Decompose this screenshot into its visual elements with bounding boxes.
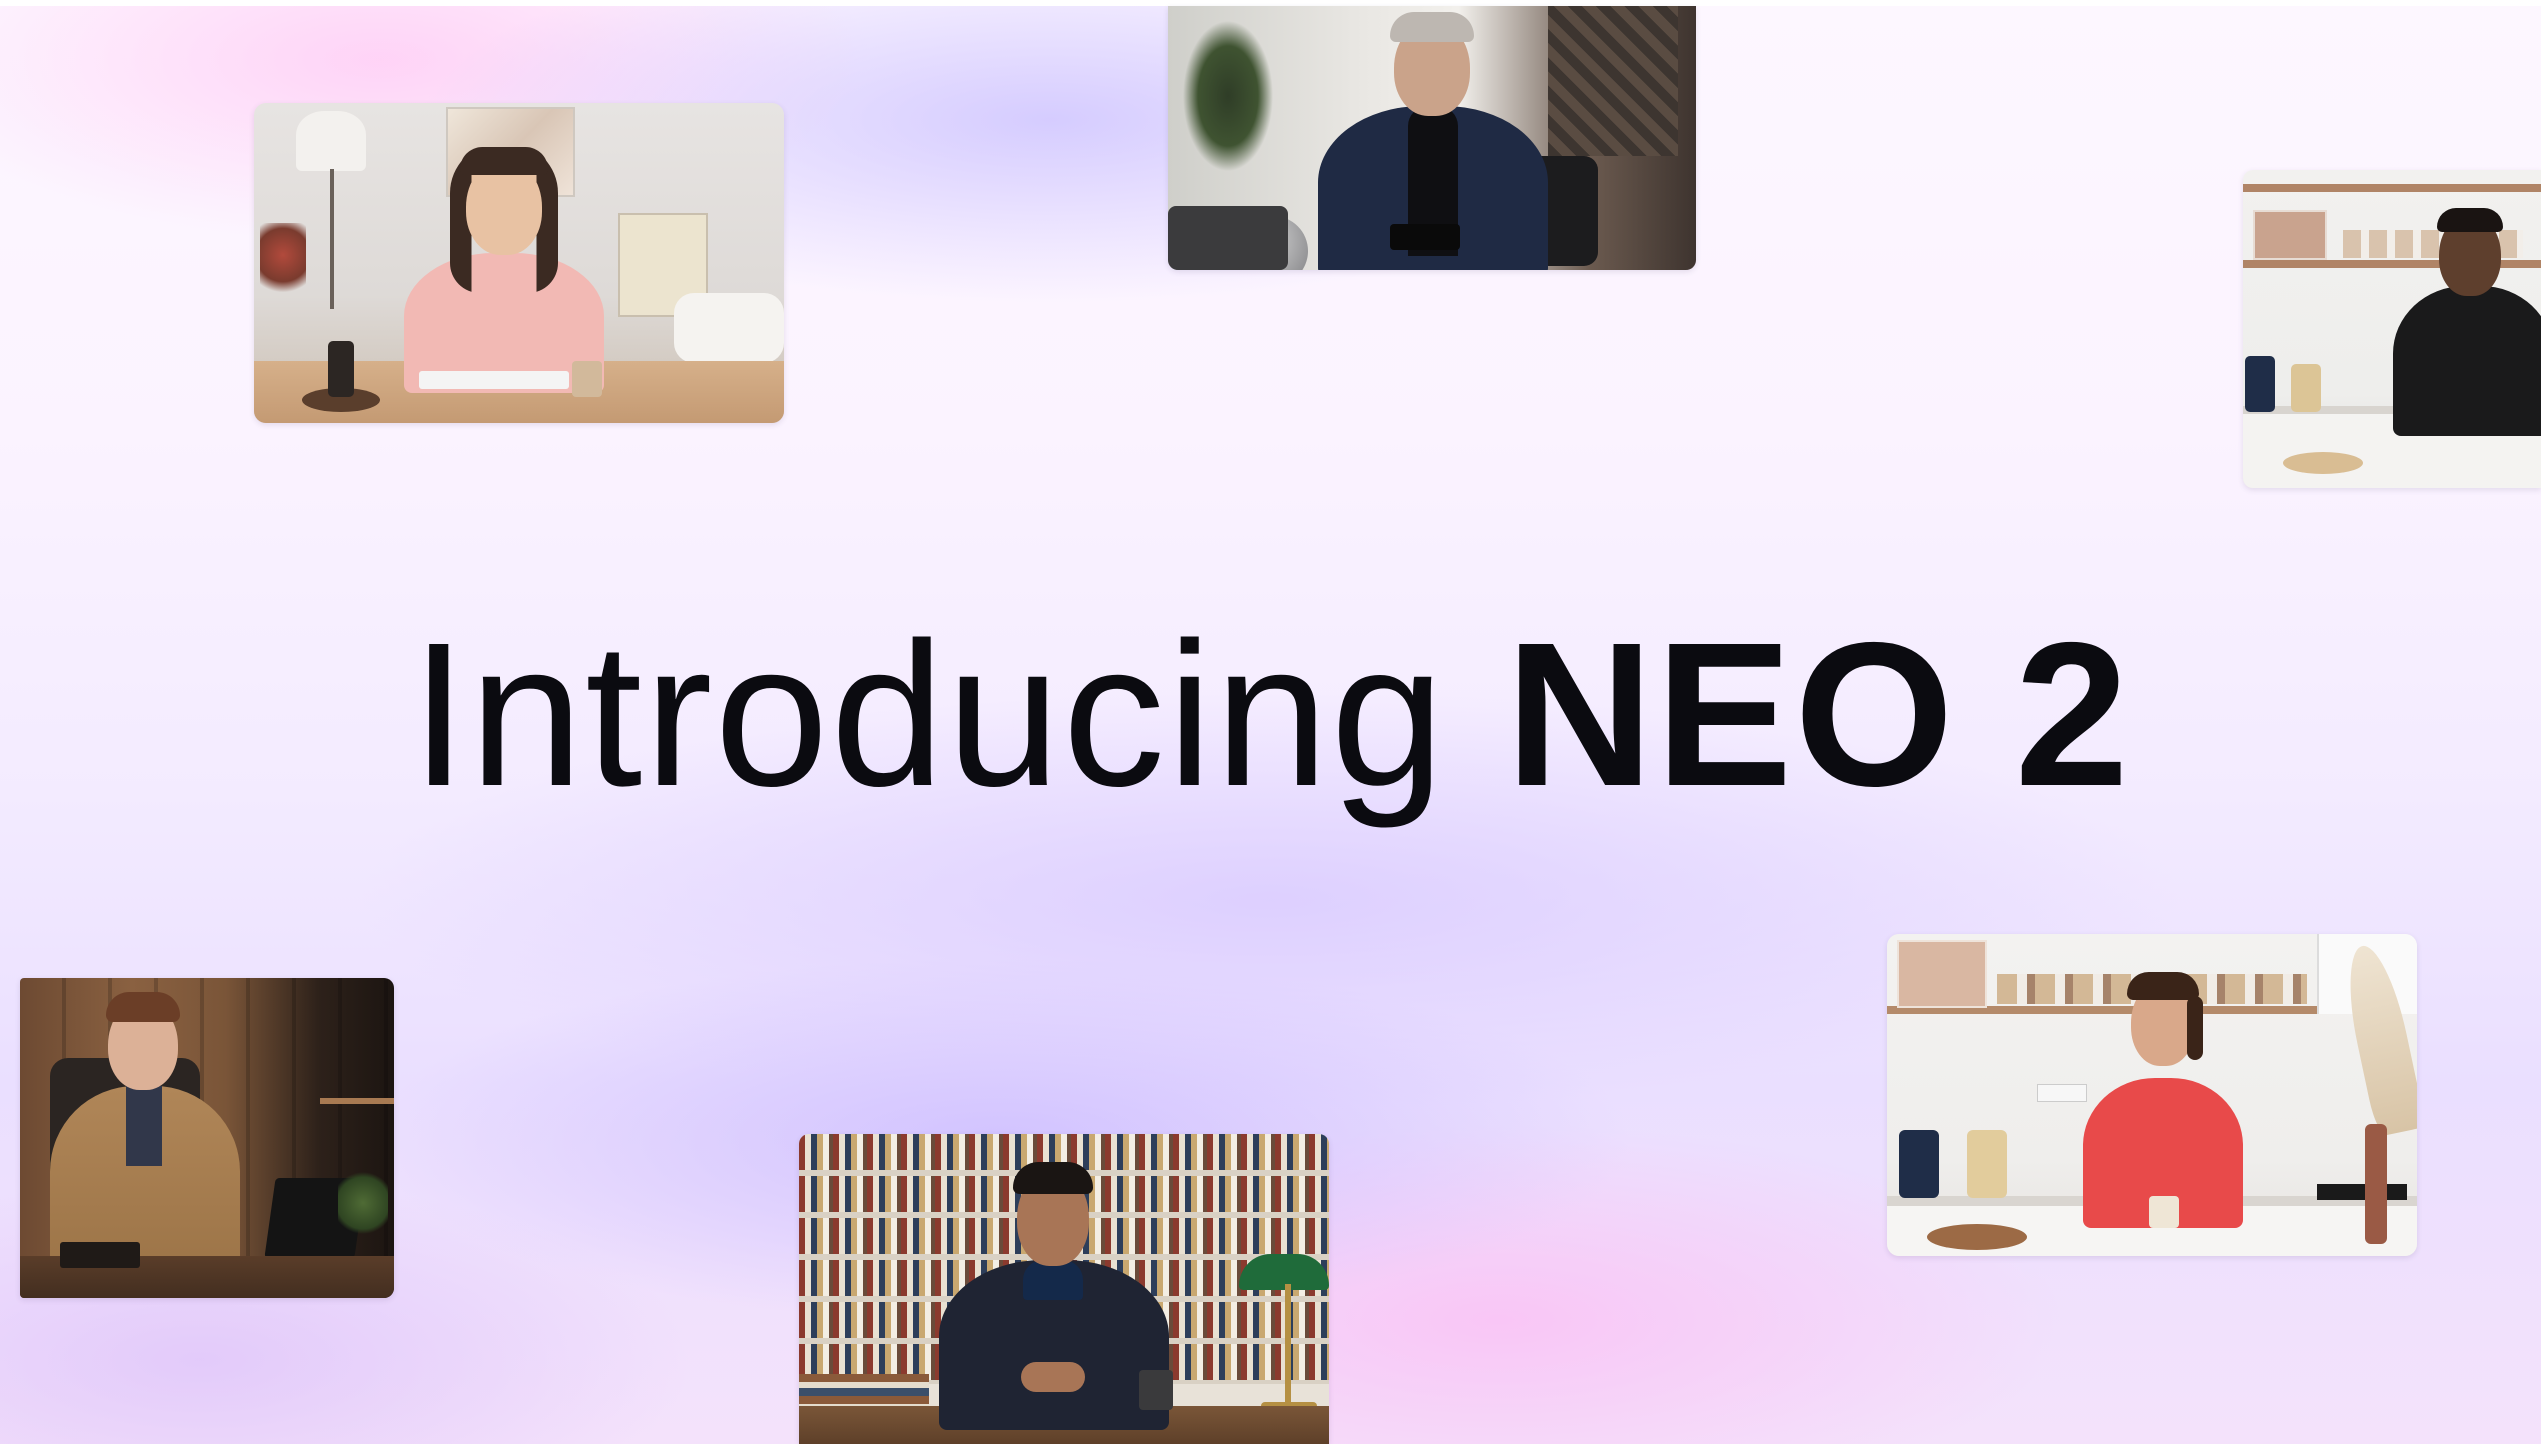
avatar-card-man-kitchen — [2243, 170, 2541, 488]
headline-intro: Introducing — [410, 600, 1447, 829]
avatar-card-woman-tan-blazer — [20, 978, 394, 1298]
hero-background: Introducing NEO 2 — [0, 0, 2541, 1444]
hero-headline: Introducing NEO 2 — [0, 600, 2541, 830]
avatar-card-woman-kitchen-red — [1887, 934, 2417, 1256]
avatar-card-man-suit-tablet — [1168, 6, 1696, 270]
avatar-card-woman-pink-desk — [254, 103, 784, 423]
avatar-card-man-library — [799, 1134, 1329, 1444]
headline-product-name: NEO 2 — [1505, 600, 2131, 829]
